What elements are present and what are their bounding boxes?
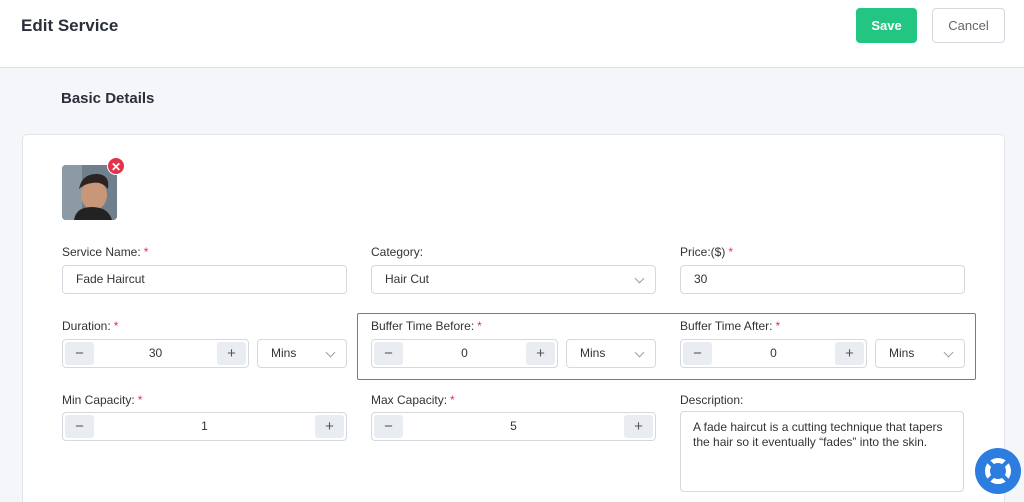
min-capacity-value[interactable]: 1 [95,413,314,440]
cancel-button[interactable]: Cancel [932,8,1005,43]
remove-image-close-icon[interactable]: ✕ [107,157,125,175]
page-title: Edit Service [21,16,119,35]
duration-stepper[interactable]: − 30 + [62,339,249,368]
chevron-down-icon [634,273,645,284]
buffer-time-highlight [357,313,976,380]
max-capacity-stepper[interactable]: − 5 + [371,412,656,441]
duration-unit-value: Mins [271,346,297,360]
max-capacity-increment-button[interactable]: + [624,415,653,438]
description-textarea[interactable]: A fade haircut is a cutting technique th… [680,411,964,492]
lifebuoy-icon [985,458,1011,484]
max-capacity-label: Max Capacity: * [371,393,455,407]
duration-label: Duration: * [62,319,119,333]
max-capacity-value[interactable]: 5 [404,413,623,440]
duration-decrement-button[interactable]: − [65,342,94,365]
top-header: Edit Service Save Cancel [0,0,1024,68]
min-capacity-decrement-button[interactable]: − [65,415,94,438]
service-name-input[interactable]: Fade Haircut [62,265,347,294]
service-photo [62,165,117,220]
chevron-down-icon [325,347,336,358]
min-capacity-stepper[interactable]: − 1 + [62,412,347,441]
section-title: Basic Details [61,90,155,107]
price-input[interactable]: 30 [680,265,965,294]
category-select[interactable]: Hair Cut [371,265,656,294]
min-capacity-increment-button[interactable]: + [315,415,344,438]
min-capacity-label: Min Capacity: * [62,393,143,407]
duration-value[interactable]: 30 [95,340,216,367]
help-button[interactable] [975,448,1021,494]
save-button[interactable]: Save [856,8,917,43]
price-label: Price:($) * [680,245,734,259]
category-label: Category: [371,245,424,259]
description-label: Description: [680,393,744,407]
service-image[interactable] [62,165,117,220]
service-name-label: Service Name: * [62,245,149,259]
max-capacity-decrement-button[interactable]: − [374,415,403,438]
duration-increment-button[interactable]: + [217,342,246,365]
category-value: Hair Cut [385,272,430,286]
duration-unit-select[interactable]: Mins [257,339,347,368]
